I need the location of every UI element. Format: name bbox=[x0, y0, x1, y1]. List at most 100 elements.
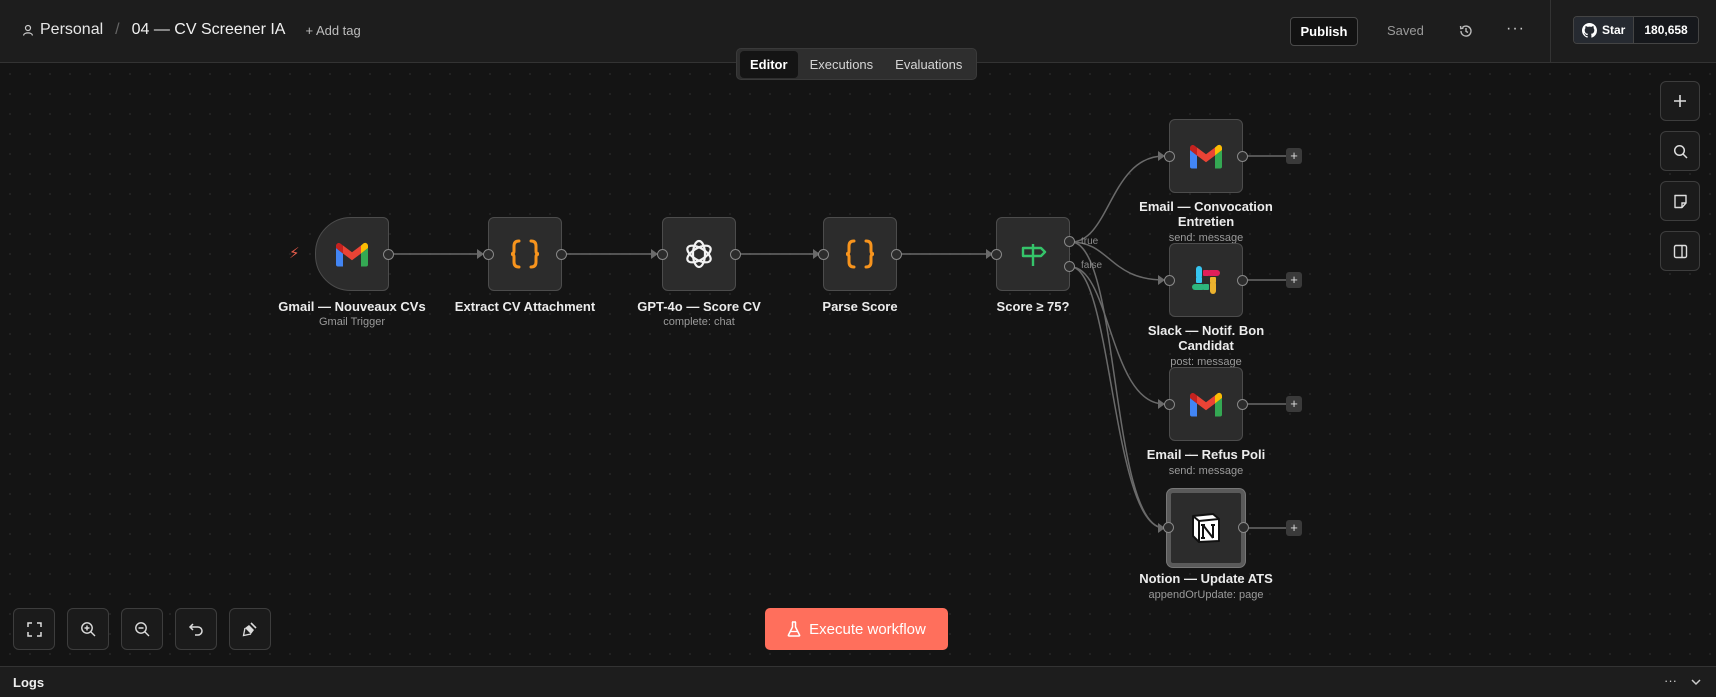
output-port[interactable] bbox=[556, 249, 567, 260]
add-node-button[interactable]: + bbox=[1286, 272, 1302, 288]
node-gmail-trigger[interactable] bbox=[315, 217, 394, 291]
workflow-name[interactable]: 04 — CV Screener IA bbox=[132, 21, 286, 39]
history-icon[interactable] bbox=[1458, 23, 1474, 39]
input-port[interactable] bbox=[991, 249, 1002, 260]
node-slack-notif[interactable] bbox=[1164, 243, 1248, 317]
node-email-convocation[interactable] bbox=[1164, 119, 1248, 193]
node-gpt-score[interactable] bbox=[657, 217, 741, 291]
search-nodes-button[interactable] bbox=[1660, 131, 1700, 171]
logs-panel[interactable]: Logs ··· bbox=[0, 666, 1716, 697]
code-braces-icon bbox=[510, 239, 540, 269]
node-subtitle: complete: chat bbox=[663, 316, 735, 328]
node-if-score[interactable] bbox=[991, 217, 1075, 291]
tab-executions[interactable]: Executions bbox=[800, 51, 884, 78]
input-port[interactable] bbox=[1163, 522, 1174, 533]
execute-workflow-button[interactable]: Execute workflow bbox=[765, 608, 948, 650]
output-port[interactable] bbox=[383, 249, 394, 260]
notion-icon bbox=[1192, 513, 1220, 543]
node-label-line: Email — Convocation bbox=[1139, 199, 1273, 214]
node-label: Notion — Update ATS bbox=[1139, 571, 1273, 586]
node-label-line: Slack — Notif. Bon bbox=[1147, 323, 1265, 338]
zoom-out-button[interactable] bbox=[121, 608, 163, 650]
add-node-button[interactable]: + bbox=[1286, 148, 1302, 164]
input-port[interactable] bbox=[1164, 275, 1175, 286]
slack-icon bbox=[1192, 266, 1220, 294]
openai-icon bbox=[686, 239, 712, 269]
output-port[interactable] bbox=[891, 249, 902, 260]
node-email-refus[interactable] bbox=[1164, 367, 1248, 441]
true-output-port[interactable] bbox=[1064, 236, 1075, 247]
plus-icon bbox=[1674, 95, 1686, 107]
workflow-canvas[interactable]: ⚡ Gmail — Nouveaux CVs Gmail Trigger Ext… bbox=[0, 64, 1716, 666]
node-label: Slack — Notif. Bon Candidat bbox=[1116, 323, 1296, 353]
input-port[interactable] bbox=[1164, 151, 1175, 162]
node-label: Email — Convocation Entretien bbox=[1116, 199, 1296, 229]
execute-workflow-label: Execute workflow bbox=[809, 620, 926, 638]
node-label: Extract CV Attachment bbox=[454, 299, 596, 314]
node-extract-cv[interactable] bbox=[483, 217, 567, 291]
input-port[interactable] bbox=[818, 249, 829, 260]
flask-icon bbox=[787, 621, 801, 637]
node-label-line: Candidat bbox=[1178, 338, 1234, 353]
node-parse-score[interactable] bbox=[818, 217, 902, 291]
node-notion-update[interactable] bbox=[1163, 489, 1249, 567]
fit-view-button[interactable] bbox=[13, 608, 55, 650]
output-port[interactable] bbox=[1237, 399, 1248, 410]
chevron-down-icon[interactable] bbox=[1690, 676, 1702, 688]
fit-view-icon bbox=[26, 621, 42, 637]
workspace-link[interactable]: Personal bbox=[40, 21, 103, 39]
search-icon bbox=[1673, 144, 1688, 159]
add-tag-button[interactable]: + Add tag bbox=[305, 23, 360, 38]
input-port[interactable] bbox=[483, 249, 494, 260]
add-node-button[interactable]: + bbox=[1286, 520, 1302, 536]
github-star-button[interactable]: Star 180,658 bbox=[1573, 16, 1699, 44]
tab-editor[interactable]: Editor bbox=[740, 50, 798, 78]
false-branch-label: false bbox=[1081, 260, 1103, 271]
false-output-port[interactable] bbox=[1064, 261, 1075, 272]
logs-more-button[interactable]: ··· bbox=[1664, 673, 1677, 688]
output-port[interactable] bbox=[1237, 275, 1248, 286]
github-star[interactable]: Star bbox=[1574, 17, 1635, 43]
undo-button[interactable] bbox=[175, 608, 217, 650]
github-icon bbox=[1582, 22, 1597, 38]
input-port[interactable] bbox=[1164, 399, 1175, 410]
zoom-in-button[interactable] bbox=[67, 608, 109, 650]
publish-button[interactable]: Publish bbox=[1290, 17, 1358, 46]
node-subtitle: send: message bbox=[1168, 465, 1244, 477]
add-node-button[interactable]: + bbox=[1286, 396, 1302, 412]
node-label: Gmail — Nouveaux CVs bbox=[278, 299, 426, 314]
gmail-icon bbox=[336, 242, 368, 266]
zoom-in-icon bbox=[81, 622, 96, 637]
breadcrumb: Personal / 04 — CV Screener IA + Add tag bbox=[22, 21, 361, 39]
divider bbox=[1550, 0, 1551, 63]
output-port[interactable] bbox=[1238, 522, 1249, 533]
code-braces-icon bbox=[845, 239, 875, 269]
node-label-line: Entretien bbox=[1177, 214, 1235, 229]
connections bbox=[389, 151, 1286, 533]
panel-icon bbox=[1673, 244, 1687, 258]
view-tabs: Editor Executions Evaluations bbox=[736, 48, 977, 80]
tidy-up-button[interactable] bbox=[229, 608, 271, 650]
broom-icon bbox=[242, 622, 257, 637]
node-label: Email — Refus Poli bbox=[1146, 447, 1266, 462]
toggle-panel-button[interactable] bbox=[1660, 231, 1700, 271]
input-port[interactable] bbox=[657, 249, 668, 260]
node-subtitle: appendOrUpdate: page bbox=[1148, 589, 1264, 601]
sticky-note-button[interactable] bbox=[1660, 181, 1700, 221]
edge-true-notion bbox=[1070, 241, 1165, 529]
add-node-panel-button[interactable] bbox=[1660, 81, 1700, 121]
breadcrumb-separator: / bbox=[115, 21, 120, 38]
signpost-icon bbox=[1021, 244, 1047, 266]
output-port[interactable] bbox=[1237, 151, 1248, 162]
github-star-label: Star bbox=[1602, 23, 1626, 37]
logs-title: Logs bbox=[13, 675, 45, 690]
gmail-icon bbox=[1190, 144, 1222, 168]
undo-icon bbox=[188, 623, 203, 636]
output-port[interactable] bbox=[730, 249, 741, 260]
true-branch-label: true bbox=[1081, 236, 1099, 247]
user-icon bbox=[22, 24, 34, 36]
node-subtitle: Gmail Trigger bbox=[318, 316, 386, 328]
tab-evaluations[interactable]: Evaluations bbox=[885, 51, 972, 78]
github-star-count: 180,658 bbox=[1634, 17, 1698, 43]
more-menu-button[interactable]: ··· bbox=[1506, 20, 1525, 38]
